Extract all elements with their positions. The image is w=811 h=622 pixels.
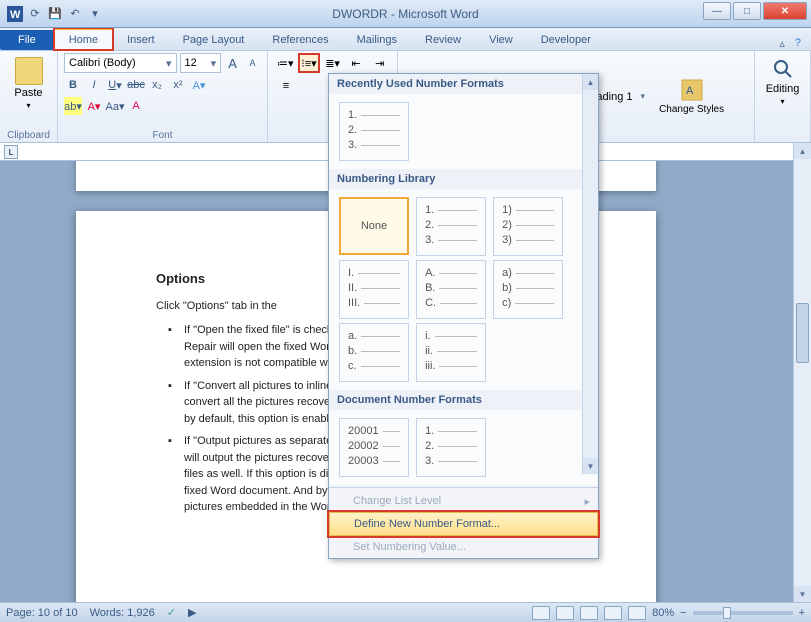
view-draft[interactable] bbox=[628, 606, 646, 620]
paste-icon[interactable] bbox=[15, 57, 43, 85]
zoom-out-button[interactable]: − bbox=[680, 607, 686, 619]
tab-view[interactable]: View bbox=[475, 30, 527, 50]
num-format-arabic[interactable]: 1. 2. 3. bbox=[416, 197, 486, 256]
style-gallery-more-icon[interactable]: ▾ bbox=[641, 91, 646, 102]
set-numbering-value: Set Numbering Value... bbox=[329, 536, 598, 558]
dd-docfmt-header: Document Number Formats bbox=[329, 390, 598, 410]
define-new-number-format[interactable]: Define New Number Format... bbox=[329, 512, 598, 536]
tab-mailings[interactable]: Mailings bbox=[343, 30, 411, 50]
window-title: DWORDR - Microsoft Word bbox=[332, 7, 478, 21]
shrink-font-icon[interactable]: A bbox=[244, 54, 261, 72]
num-format-ualpha[interactable]: A. B. C. bbox=[416, 260, 486, 319]
paste-dropdown-icon[interactable]: ▾ bbox=[26, 101, 30, 110]
status-page[interactable]: Page: 10 of 10 bbox=[6, 607, 78, 619]
bullets-button[interactable]: ≔▾ bbox=[274, 53, 297, 73]
tab-review[interactable]: Review bbox=[411, 30, 475, 50]
find-icon bbox=[771, 57, 795, 81]
num-format-none[interactable]: None bbox=[339, 197, 409, 255]
editing-button[interactable]: Editing ▾ bbox=[761, 53, 804, 110]
underline-button[interactable]: U▾ bbox=[106, 76, 124, 94]
multilevel-button[interactable]: ≣▾ bbox=[321, 53, 344, 73]
zoom-slider[interactable] bbox=[693, 611, 793, 615]
text-effects-icon[interactable]: A▾ bbox=[190, 76, 208, 94]
clear-format-icon[interactable]: A bbox=[127, 97, 145, 115]
tab-page-layout[interactable]: Page Layout bbox=[169, 30, 259, 50]
help-icon[interactable]: ? bbox=[795, 37, 801, 50]
grow-font-icon[interactable]: A bbox=[224, 54, 241, 72]
font-name-combo[interactable]: Calibri (Body)▾ bbox=[64, 53, 177, 73]
view-full-screen[interactable] bbox=[556, 606, 574, 620]
qat-save-icon[interactable]: 💾 bbox=[46, 5, 64, 23]
scroll-thumb[interactable] bbox=[796, 303, 809, 363]
group-clipboard: Clipboard bbox=[0, 130, 57, 141]
scroll-down-icon[interactable]: ▼ bbox=[794, 586, 811, 602]
qat-undo-icon[interactable]: ↶ bbox=[66, 5, 84, 23]
qat-redo-icon[interactable]: ▾ bbox=[86, 5, 104, 23]
num-format-doc[interactable]: 20001 20002 20003 bbox=[339, 418, 409, 477]
num-format-doc2[interactable]: 1. 2. 3. bbox=[416, 418, 486, 477]
change-styles-button[interactable]: A Change Styles bbox=[653, 74, 730, 119]
subscript-button[interactable]: x₂ bbox=[148, 76, 166, 94]
view-outline[interactable] bbox=[604, 606, 622, 620]
zoom-in-button[interactable]: + bbox=[799, 607, 805, 619]
svg-text:A: A bbox=[686, 85, 694, 97]
tab-home[interactable]: Home bbox=[54, 28, 113, 50]
numbering-dropdown: Recently Used Number Formats 1. 2. 3. Nu… bbox=[328, 73, 599, 559]
numbering-button[interactable]: ⁝≡▾ bbox=[298, 53, 321, 73]
dropdown-scrollbar[interactable]: ▲ ▼ bbox=[582, 74, 598, 474]
dd-recent-header: Recently Used Number Formats bbox=[329, 74, 598, 94]
dd-scroll-down-icon[interactable]: ▼ bbox=[583, 458, 598, 474]
change-case-icon[interactable]: Aa▾ bbox=[106, 97, 124, 115]
scroll-up-icon[interactable]: ▲ bbox=[794, 143, 811, 159]
num-format-lalpha[interactable]: a. b. c. bbox=[339, 323, 409, 382]
dd-library-header: Numbering Library bbox=[329, 169, 598, 189]
indent-dec-button[interactable]: ⇤ bbox=[345, 53, 368, 73]
tab-selector[interactable]: L bbox=[4, 145, 18, 159]
highlight-icon[interactable]: ab▾ bbox=[64, 97, 82, 115]
paste-label: Paste bbox=[14, 87, 42, 99]
change-list-level: Change List Level▸ bbox=[329, 490, 598, 512]
num-format-lroman[interactable]: i. ii. iii. bbox=[416, 323, 486, 382]
maximize-button[interactable]: □ bbox=[733, 2, 761, 20]
superscript-button[interactable]: x² bbox=[169, 76, 187, 94]
qat-refresh-icon[interactable]: ⟳ bbox=[26, 5, 44, 23]
strike-button[interactable]: abc bbox=[127, 76, 145, 94]
status-proof-icon[interactable]: ✓ bbox=[167, 606, 176, 619]
status-macro-icon[interactable]: ▶ bbox=[188, 606, 196, 619]
minimize-button[interactable]: — bbox=[703, 2, 731, 20]
word-icon: W bbox=[6, 5, 24, 23]
dd-scroll-up-icon[interactable]: ▲ bbox=[583, 74, 598, 90]
view-print-layout[interactable] bbox=[532, 606, 550, 620]
bold-button[interactable]: B bbox=[64, 76, 82, 94]
close-button[interactable]: ✕ bbox=[763, 2, 807, 20]
num-format-lalpha-paren[interactable]: a) b) c) bbox=[493, 260, 563, 319]
group-font: Font bbox=[58, 130, 267, 141]
zoom-level[interactable]: 80% bbox=[652, 607, 674, 619]
svg-text:W: W bbox=[10, 9, 21, 21]
tab-developer[interactable]: Developer bbox=[527, 30, 605, 50]
ribbon-minimize-icon[interactable]: ▵ bbox=[779, 37, 785, 50]
vertical-scrollbar[interactable]: ▲ ▼ bbox=[793, 143, 811, 602]
tab-insert[interactable]: Insert bbox=[113, 30, 169, 50]
font-color-icon[interactable]: A▾ bbox=[85, 97, 103, 115]
num-format-roman[interactable]: I. II. III. bbox=[339, 260, 409, 319]
status-words[interactable]: Words: 1,926 bbox=[90, 607, 155, 619]
italic-button[interactable]: I bbox=[85, 76, 103, 94]
num-format-paren[interactable]: 1) 2) 3) bbox=[493, 197, 563, 256]
tab-references[interactable]: References bbox=[258, 30, 342, 50]
num-format-recent[interactable]: 1. 2. 3. bbox=[339, 102, 409, 161]
indent-inc-button[interactable]: ⇥ bbox=[368, 53, 391, 73]
view-web-layout[interactable] bbox=[580, 606, 598, 620]
align-left-button[interactable]: ≡ bbox=[274, 76, 298, 96]
font-size-combo[interactable]: 12▾ bbox=[180, 53, 222, 73]
tab-file[interactable]: File bbox=[0, 30, 54, 50]
